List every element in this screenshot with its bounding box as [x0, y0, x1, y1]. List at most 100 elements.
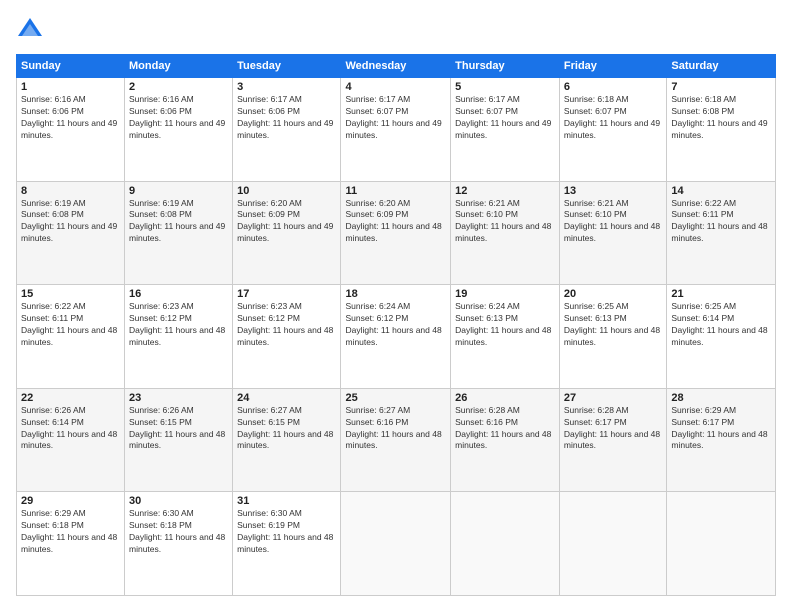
day-number: 25 [345, 392, 446, 404]
day-number: 22 [21, 392, 120, 404]
calendar-day-header: Monday [125, 55, 233, 78]
calendar-cell: 20Sunrise: 6:25 AMSunset: 6:13 PMDayligh… [559, 285, 666, 389]
day-number: 12 [455, 185, 555, 197]
calendar-cell: 21Sunrise: 6:25 AMSunset: 6:14 PMDayligh… [667, 285, 776, 389]
day-number: 10 [237, 185, 336, 197]
day-info: Sunrise: 6:20 AMSunset: 6:09 PMDaylight:… [237, 198, 333, 244]
calendar-cell: 30Sunrise: 6:30 AMSunset: 6:18 PMDayligh… [125, 492, 233, 596]
day-number: 1 [21, 81, 120, 93]
day-number: 30 [129, 495, 228, 507]
day-number: 5 [455, 81, 555, 93]
calendar-day-header: Tuesday [233, 55, 341, 78]
day-number: 2 [129, 81, 228, 93]
calendar-cell: 26Sunrise: 6:28 AMSunset: 6:16 PMDayligh… [451, 388, 560, 492]
day-number: 20 [564, 288, 662, 300]
calendar-week-row: 22Sunrise: 6:26 AMSunset: 6:14 PMDayligh… [17, 388, 776, 492]
day-info: Sunrise: 6:26 AMSunset: 6:15 PMDaylight:… [129, 405, 225, 451]
day-info: Sunrise: 6:25 AMSunset: 6:13 PMDaylight:… [564, 301, 660, 347]
calendar-cell: 9Sunrise: 6:19 AMSunset: 6:08 PMDaylight… [125, 181, 233, 285]
day-number: 3 [237, 81, 336, 93]
calendar-cell: 22Sunrise: 6:26 AMSunset: 6:14 PMDayligh… [17, 388, 125, 492]
day-info: Sunrise: 6:28 AMSunset: 6:16 PMDaylight:… [455, 405, 551, 451]
calendar-cell [341, 492, 451, 596]
calendar-cell: 29Sunrise: 6:29 AMSunset: 6:18 PMDayligh… [17, 492, 125, 596]
day-info: Sunrise: 6:18 AMSunset: 6:08 PMDaylight:… [671, 94, 767, 140]
calendar-cell: 17Sunrise: 6:23 AMSunset: 6:12 PMDayligh… [233, 285, 341, 389]
day-info: Sunrise: 6:16 AMSunset: 6:06 PMDaylight:… [21, 94, 117, 140]
day-info: Sunrise: 6:25 AMSunset: 6:14 PMDaylight:… [671, 301, 767, 347]
day-info: Sunrise: 6:23 AMSunset: 6:12 PMDaylight:… [129, 301, 225, 347]
day-info: Sunrise: 6:22 AMSunset: 6:11 PMDaylight:… [671, 198, 767, 244]
day-number: 29 [21, 495, 120, 507]
calendar-cell: 14Sunrise: 6:22 AMSunset: 6:11 PMDayligh… [667, 181, 776, 285]
calendar-cell: 10Sunrise: 6:20 AMSunset: 6:09 PMDayligh… [233, 181, 341, 285]
calendar-cell [667, 492, 776, 596]
calendar-cell: 12Sunrise: 6:21 AMSunset: 6:10 PMDayligh… [451, 181, 560, 285]
day-number: 23 [129, 392, 228, 404]
calendar-cell: 28Sunrise: 6:29 AMSunset: 6:17 PMDayligh… [667, 388, 776, 492]
day-info: Sunrise: 6:29 AMSunset: 6:18 PMDaylight:… [21, 508, 117, 554]
day-info: Sunrise: 6:29 AMSunset: 6:17 PMDaylight:… [671, 405, 767, 451]
day-number: 16 [129, 288, 228, 300]
calendar-cell: 23Sunrise: 6:26 AMSunset: 6:15 PMDayligh… [125, 388, 233, 492]
day-info: Sunrise: 6:27 AMSunset: 6:15 PMDaylight:… [237, 405, 333, 451]
logo [16, 16, 48, 44]
calendar-cell: 31Sunrise: 6:30 AMSunset: 6:19 PMDayligh… [233, 492, 341, 596]
day-info: Sunrise: 6:27 AMSunset: 6:16 PMDaylight:… [345, 405, 441, 451]
day-info: Sunrise: 6:24 AMSunset: 6:12 PMDaylight:… [345, 301, 441, 347]
day-info: Sunrise: 6:17 AMSunset: 6:07 PMDaylight:… [345, 94, 441, 140]
calendar-day-header: Saturday [667, 55, 776, 78]
day-info: Sunrise: 6:24 AMSunset: 6:13 PMDaylight:… [455, 301, 551, 347]
day-number: 14 [671, 185, 771, 197]
calendar-week-row: 15Sunrise: 6:22 AMSunset: 6:11 PMDayligh… [17, 285, 776, 389]
day-info: Sunrise: 6:21 AMSunset: 6:10 PMDaylight:… [564, 198, 660, 244]
day-number: 7 [671, 81, 771, 93]
calendar-cell [451, 492, 560, 596]
calendar-cell: 27Sunrise: 6:28 AMSunset: 6:17 PMDayligh… [559, 388, 666, 492]
day-number: 4 [345, 81, 446, 93]
day-info: Sunrise: 6:17 AMSunset: 6:07 PMDaylight:… [455, 94, 551, 140]
calendar-table: SundayMondayTuesdayWednesdayThursdayFrid… [16, 54, 776, 596]
calendar-cell: 8Sunrise: 6:19 AMSunset: 6:08 PMDaylight… [17, 181, 125, 285]
calendar-cell: 3Sunrise: 6:17 AMSunset: 6:06 PMDaylight… [233, 78, 341, 182]
day-number: 11 [345, 185, 446, 197]
calendar-cell: 4Sunrise: 6:17 AMSunset: 6:07 PMDaylight… [341, 78, 451, 182]
day-info: Sunrise: 6:30 AMSunset: 6:19 PMDaylight:… [237, 508, 333, 554]
calendar-week-row: 8Sunrise: 6:19 AMSunset: 6:08 PMDaylight… [17, 181, 776, 285]
calendar-header-row: SundayMondayTuesdayWednesdayThursdayFrid… [17, 55, 776, 78]
day-number: 19 [455, 288, 555, 300]
calendar-cell: 5Sunrise: 6:17 AMSunset: 6:07 PMDaylight… [451, 78, 560, 182]
day-number: 24 [237, 392, 336, 404]
calendar-week-row: 29Sunrise: 6:29 AMSunset: 6:18 PMDayligh… [17, 492, 776, 596]
calendar-week-row: 1Sunrise: 6:16 AMSunset: 6:06 PMDaylight… [17, 78, 776, 182]
day-info: Sunrise: 6:30 AMSunset: 6:18 PMDaylight:… [129, 508, 225, 554]
calendar-day-header: Thursday [451, 55, 560, 78]
day-number: 17 [237, 288, 336, 300]
calendar-cell: 25Sunrise: 6:27 AMSunset: 6:16 PMDayligh… [341, 388, 451, 492]
logo-icon [16, 16, 44, 44]
calendar-day-header: Friday [559, 55, 666, 78]
calendar-cell: 18Sunrise: 6:24 AMSunset: 6:12 PMDayligh… [341, 285, 451, 389]
day-info: Sunrise: 6:26 AMSunset: 6:14 PMDaylight:… [21, 405, 117, 451]
day-number: 26 [455, 392, 555, 404]
calendar-cell: 11Sunrise: 6:20 AMSunset: 6:09 PMDayligh… [341, 181, 451, 285]
day-info: Sunrise: 6:18 AMSunset: 6:07 PMDaylight:… [564, 94, 660, 140]
day-info: Sunrise: 6:16 AMSunset: 6:06 PMDaylight:… [129, 94, 225, 140]
day-info: Sunrise: 6:28 AMSunset: 6:17 PMDaylight:… [564, 405, 660, 451]
day-number: 27 [564, 392, 662, 404]
day-number: 15 [21, 288, 120, 300]
calendar-day-header: Wednesday [341, 55, 451, 78]
calendar-cell: 15Sunrise: 6:22 AMSunset: 6:11 PMDayligh… [17, 285, 125, 389]
day-info: Sunrise: 6:22 AMSunset: 6:11 PMDaylight:… [21, 301, 117, 347]
day-number: 31 [237, 495, 336, 507]
calendar-cell: 1Sunrise: 6:16 AMSunset: 6:06 PMDaylight… [17, 78, 125, 182]
calendar-cell: 16Sunrise: 6:23 AMSunset: 6:12 PMDayligh… [125, 285, 233, 389]
calendar-cell: 7Sunrise: 6:18 AMSunset: 6:08 PMDaylight… [667, 78, 776, 182]
calendar-cell: 19Sunrise: 6:24 AMSunset: 6:13 PMDayligh… [451, 285, 560, 389]
day-info: Sunrise: 6:23 AMSunset: 6:12 PMDaylight:… [237, 301, 333, 347]
day-info: Sunrise: 6:19 AMSunset: 6:08 PMDaylight:… [21, 198, 117, 244]
header [16, 16, 776, 44]
calendar-cell: 6Sunrise: 6:18 AMSunset: 6:07 PMDaylight… [559, 78, 666, 182]
day-number: 8 [21, 185, 120, 197]
day-info: Sunrise: 6:19 AMSunset: 6:08 PMDaylight:… [129, 198, 225, 244]
